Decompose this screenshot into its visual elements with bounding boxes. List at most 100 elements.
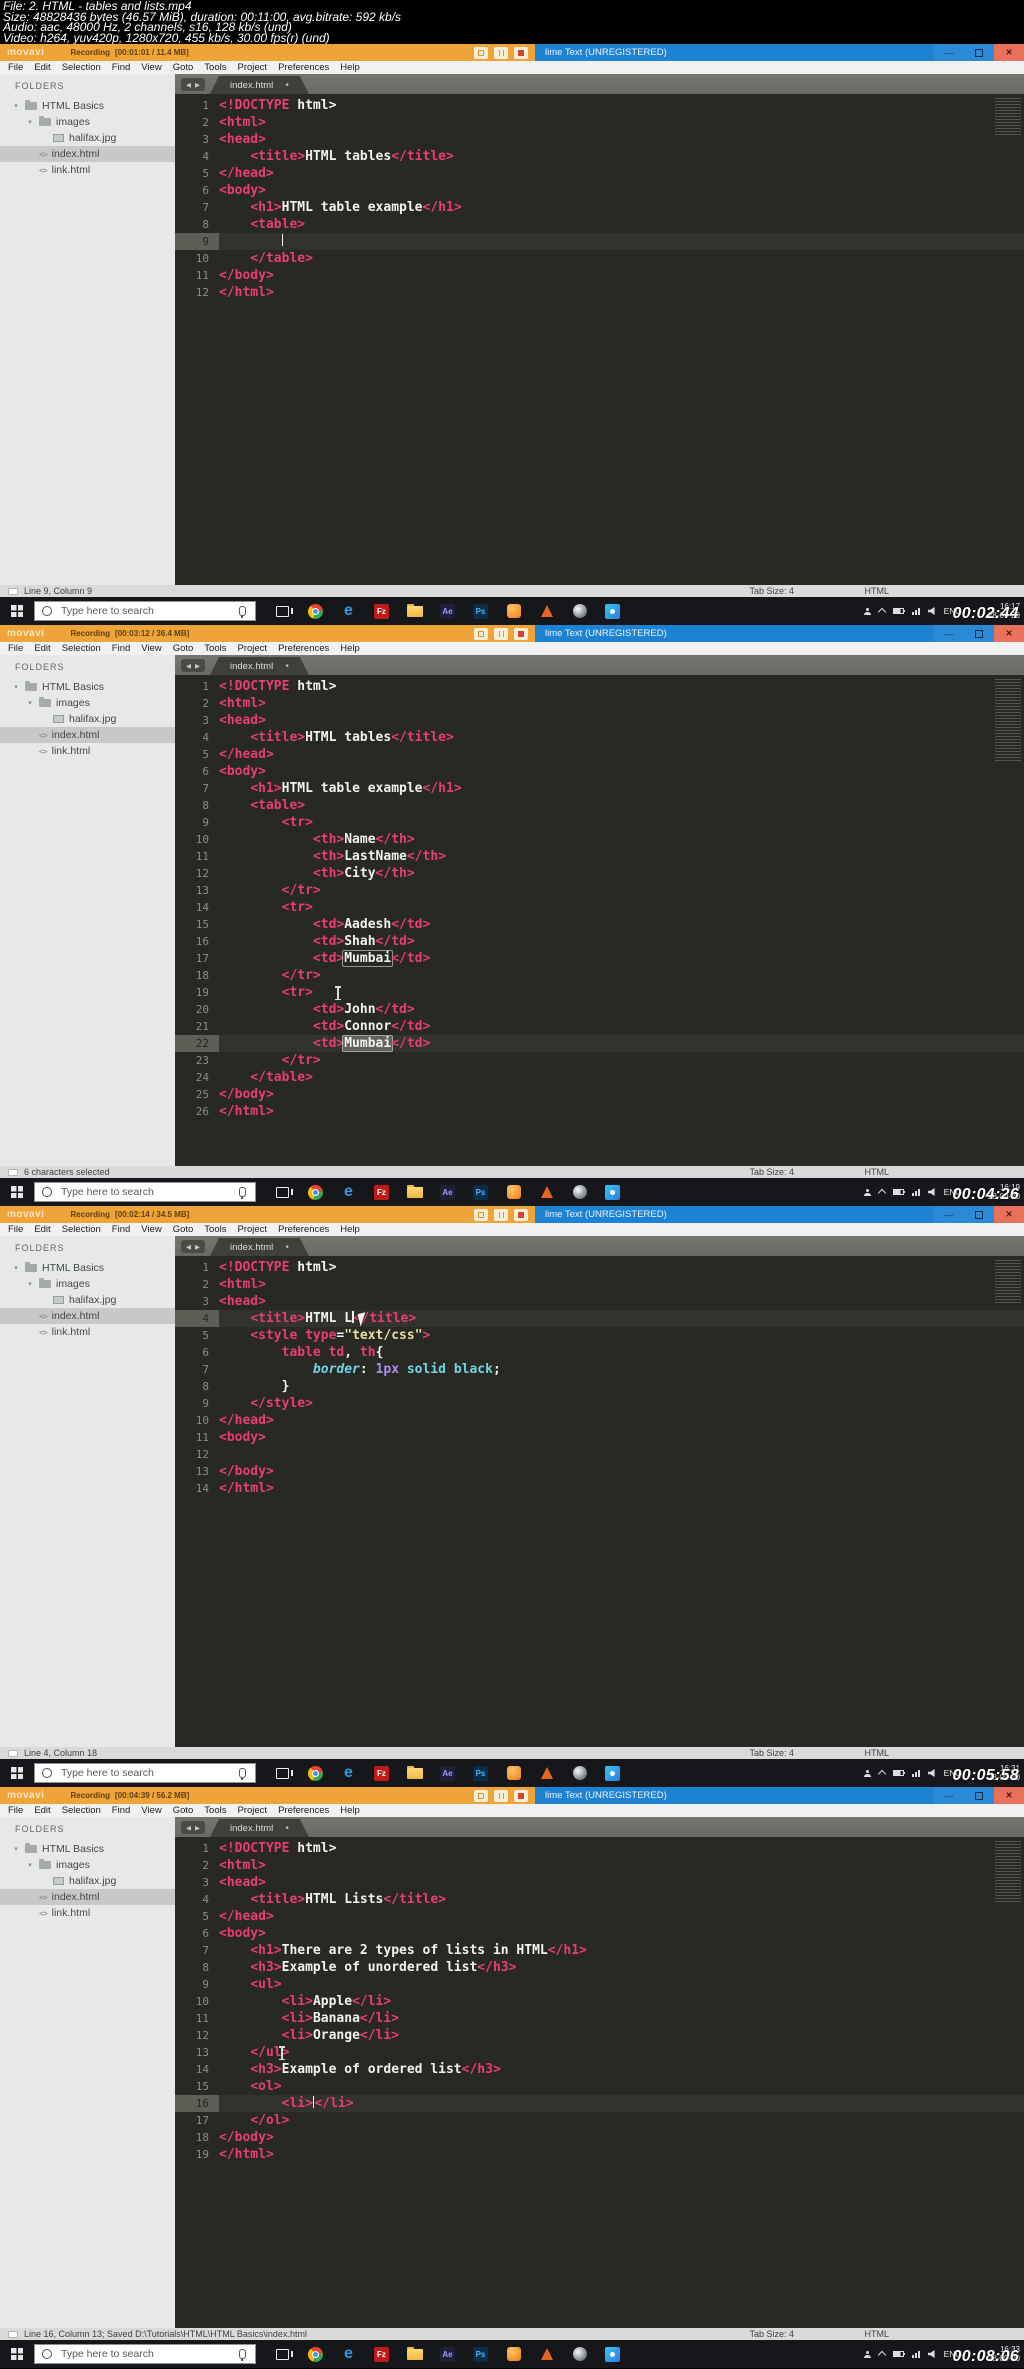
people-icon[interactable] xyxy=(863,607,871,615)
stop-button[interactable] xyxy=(514,1208,528,1221)
disclosure-triangle-icon[interactable]: ▾ xyxy=(12,1264,20,1272)
tab-scroll-left-icon[interactable]: ◀ xyxy=(186,662,191,670)
minimap[interactable] xyxy=(995,679,1021,763)
taskbar-icon-explorer[interactable] xyxy=(398,2340,431,2368)
menu-preferences[interactable]: Preferences xyxy=(278,1805,329,1816)
menu-tools[interactable]: Tools xyxy=(204,1805,226,1816)
menu-project[interactable]: Project xyxy=(237,1224,267,1235)
minimap[interactable] xyxy=(995,98,1021,137)
taskbar-icon-photos[interactable] xyxy=(596,2340,629,2368)
menu-edit[interactable]: Edit xyxy=(34,1224,50,1235)
pause-button[interactable] xyxy=(494,627,508,640)
hidden-icons-chevron-icon[interactable] xyxy=(877,1188,886,1198)
tab-size-status[interactable]: Tab Size: 4 xyxy=(749,1167,794,1177)
taskbar-icon-after-effects[interactable]: Ae xyxy=(431,597,464,625)
taskbar-icon-filezilla[interactable]: Fz xyxy=(365,597,398,625)
syntax-status[interactable]: HTML xyxy=(865,586,890,596)
battery-icon[interactable] xyxy=(892,1189,906,1195)
hidden-icons-chevron-icon[interactable] xyxy=(877,607,886,617)
menu-tools[interactable]: Tools xyxy=(204,1224,226,1235)
disclosure-triangle-icon[interactable]: ▾ xyxy=(26,118,34,126)
taskbar-search[interactable] xyxy=(34,601,256,621)
taskbar-icon-filezilla[interactable]: Fz xyxy=(365,1759,398,1787)
tab-scroll-right-icon[interactable]: ▶ xyxy=(195,662,200,670)
taskbar-icon-recorder[interactable] xyxy=(563,2340,596,2368)
start-button[interactable] xyxy=(0,1178,34,1206)
taskbar-icon-photos[interactable] xyxy=(596,1178,629,1206)
record-button[interactable] xyxy=(474,1789,488,1802)
menu-help[interactable]: Help xyxy=(340,643,360,654)
sidebar-item-html-basics[interactable]: ▾ HTML Basics xyxy=(0,679,175,695)
tab-scroll-arrows[interactable]: ◀ ▶ xyxy=(181,78,205,91)
stop-button[interactable] xyxy=(514,46,528,59)
stop-button[interactable] xyxy=(514,627,528,640)
close-button[interactable]: ✕ xyxy=(994,1206,1024,1223)
disclosure-triangle-icon[interactable]: ▾ xyxy=(12,683,20,691)
sidebar-item-index-html[interactable]: <> index.html xyxy=(0,1308,175,1324)
taskbar-icon-photoshop[interactable]: Ps xyxy=(464,1759,497,1787)
taskbar-icon-task-view[interactable] xyxy=(266,2340,299,2368)
syntax-status[interactable]: HTML xyxy=(865,2329,890,2339)
maximize-button[interactable] xyxy=(964,44,994,61)
cursor-position-status[interactable]: Line 16, Column 13; Saved D:\Tutorials\H… xyxy=(24,2329,307,2339)
volume-icon[interactable] xyxy=(927,2350,935,2358)
tab-scroll-arrows[interactable]: ◀ ▶ xyxy=(181,1821,205,1834)
menu-view[interactable]: View xyxy=(141,643,161,654)
movavi-recording-bar[interactable]: movavi Recording [00:04:39 / 56.2 MB] xyxy=(0,1787,535,1804)
sidebar-item-index-html[interactable]: <> index.html xyxy=(0,1889,175,1905)
taskbar-icon-media-player[interactable] xyxy=(530,1178,563,1206)
tab-index-html[interactable]: index.html • xyxy=(210,657,309,675)
menu-help[interactable]: Help xyxy=(340,1224,360,1235)
panel-switcher-icon[interactable] xyxy=(8,1168,18,1176)
tab-scroll-right-icon[interactable]: ▶ xyxy=(195,1824,200,1832)
sidebar-item-images[interactable]: ▾ images xyxy=(0,1857,175,1873)
disclosure-triangle-icon[interactable]: ▾ xyxy=(12,1845,20,1853)
battery-icon[interactable] xyxy=(892,608,906,614)
taskbar-icon-filezilla[interactable]: Fz xyxy=(365,2340,398,2368)
hidden-icons-chevron-icon[interactable] xyxy=(877,1769,886,1779)
cursor-position-status[interactable]: Line 4, Column 18 xyxy=(24,1748,97,1758)
volume-icon[interactable] xyxy=(927,1188,935,1196)
menu-view[interactable]: View xyxy=(141,1805,161,1816)
taskbar-icon-photos[interactable] xyxy=(596,597,629,625)
taskbar-icon-chrome[interactable] xyxy=(299,1759,332,1787)
battery-icon[interactable] xyxy=(892,1770,906,1776)
taskbar-icon-task-view[interactable] xyxy=(266,1178,299,1206)
syntax-status[interactable]: HTML xyxy=(865,1748,890,1758)
minimize-button[interactable]: — xyxy=(934,625,964,642)
menu-preferences[interactable]: Preferences xyxy=(278,1224,329,1235)
menu-edit[interactable]: Edit xyxy=(34,643,50,654)
menu-file[interactable]: File xyxy=(8,1805,23,1816)
menu-goto[interactable]: Goto xyxy=(173,643,194,654)
maximize-button[interactable] xyxy=(964,625,994,642)
taskbar-icon-media-player[interactable] xyxy=(530,597,563,625)
sidebar-item-images[interactable]: ▾ images xyxy=(0,114,175,130)
close-button[interactable]: ✕ xyxy=(994,44,1024,61)
menu-goto[interactable]: Goto xyxy=(173,1805,194,1816)
tab-scroll-arrows[interactable]: ◀ ▶ xyxy=(181,659,205,672)
pause-button[interactable] xyxy=(494,46,508,59)
network-icon[interactable] xyxy=(911,2350,920,2358)
tab-modified-icon[interactable]: • xyxy=(285,1242,289,1253)
menu-help[interactable]: Help xyxy=(340,1805,360,1816)
disclosure-triangle-icon[interactable]: ▾ xyxy=(26,1861,34,1869)
start-button[interactable] xyxy=(0,1759,34,1787)
taskbar-icon-photoshop[interactable]: Ps xyxy=(464,1178,497,1206)
tab-modified-icon[interactable]: • xyxy=(285,661,289,672)
movavi-recording-bar[interactable]: movavi Recording [00:02:14 / 34.5 MB] xyxy=(0,1206,535,1223)
sidebar-item-halifax-jpg[interactable]: halifax.jpg xyxy=(0,130,175,146)
taskbar-icon-explorer[interactable] xyxy=(398,597,431,625)
cursor-position-status[interactable]: Line 9, Column 9 xyxy=(24,586,92,596)
cursor-position-status[interactable]: 6 characters selected xyxy=(24,1167,110,1177)
menu-view[interactable]: View xyxy=(141,1224,161,1235)
microphone-icon[interactable] xyxy=(239,606,246,618)
tab-scroll-right-icon[interactable]: ▶ xyxy=(195,1243,200,1251)
people-icon[interactable] xyxy=(863,1769,871,1777)
microphone-icon[interactable] xyxy=(239,1768,246,1780)
taskbar-icon-chrome[interactable] xyxy=(299,597,332,625)
menu-file[interactable]: File xyxy=(8,643,23,654)
menu-tools[interactable]: Tools xyxy=(204,62,226,73)
maximize-button[interactable] xyxy=(964,1787,994,1804)
sidebar-item-link-html[interactable]: <> link.html xyxy=(0,1905,175,1921)
menu-project[interactable]: Project xyxy=(237,62,267,73)
